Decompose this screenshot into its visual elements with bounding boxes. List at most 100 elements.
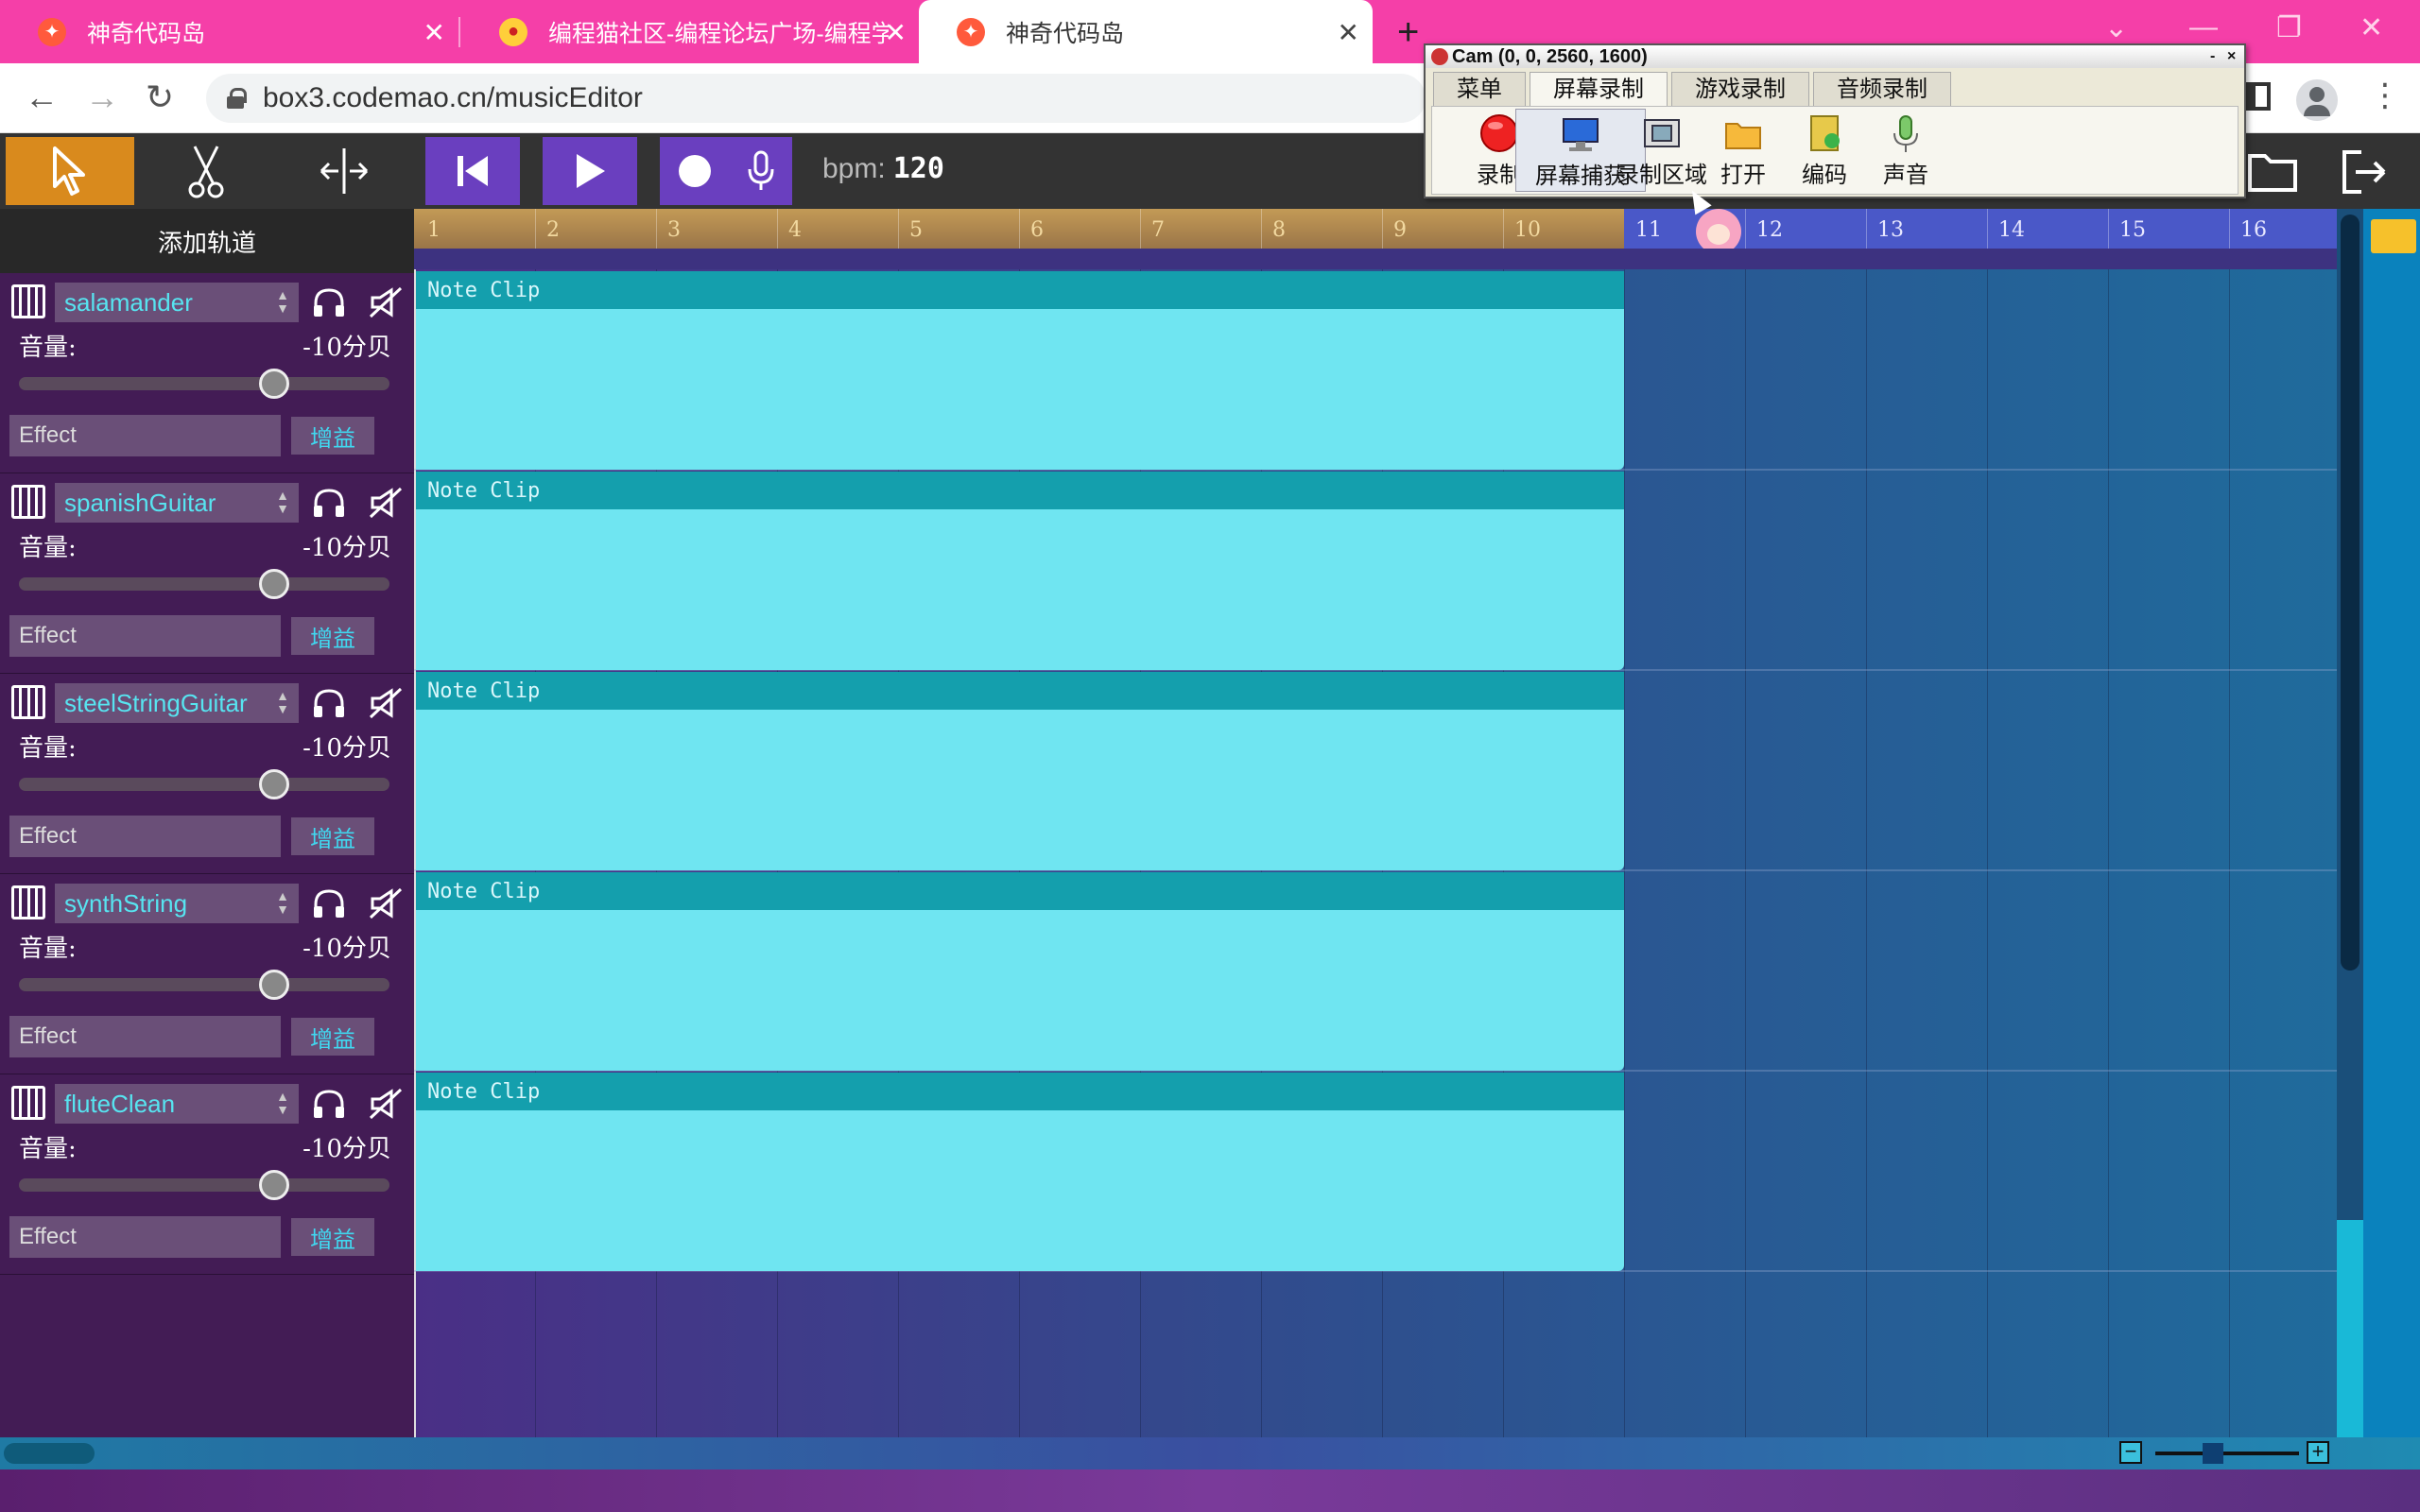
piano-icon[interactable] [11, 885, 45, 919]
instrument-select[interactable]: synthString ▲ ▼ [55, 884, 299, 923]
ocam-close-icon[interactable]: × [2227, 45, 2236, 68]
ocam-tab-game-record[interactable]: 游戏录制 [1671, 72, 1809, 106]
instrument-select[interactable]: spanishGuitar ▲ ▼ [55, 483, 299, 523]
add-track-button[interactable]: 添加轨道 [0, 209, 414, 273]
volume-slider-handle[interactable] [259, 1170, 290, 1200]
reload-icon[interactable]: ↻ [146, 77, 174, 117]
piano-icon[interactable] [11, 284, 45, 318]
instrument-select[interactable]: steelStringGuitar ▲ ▼ [55, 683, 299, 723]
effect-field[interactable]: Effect [9, 816, 281, 857]
headphones-icon[interactable] [312, 687, 346, 719]
zoom-slider-handle[interactable] [2203, 1443, 2223, 1464]
exit-button[interactable] [2339, 148, 2390, 200]
piano-icon[interactable] [11, 685, 45, 719]
effect-field[interactable]: Effect [9, 415, 281, 456]
gain-button[interactable]: 增益 [291, 1218, 374, 1256]
bar-gridline [1745, 269, 1746, 1437]
ocam-tab-audio-record[interactable]: 音频录制 [1813, 72, 1951, 106]
instrument-select[interactable]: fluteClean ▲ ▼ [55, 1084, 299, 1124]
effect-field[interactable]: Effect [9, 615, 281, 657]
volume-slider-track[interactable] [19, 577, 389, 591]
skip-to-start-button[interactable] [425, 137, 520, 205]
piano-icon[interactable] [11, 485, 45, 519]
browser-tab-2[interactable]: ● 编程猫社区-编程论坛广场-编程学 ✕ [461, 0, 920, 63]
folder-icon[interactable] [2371, 219, 2416, 253]
ocam-tab-menu[interactable]: 菜单 [1433, 72, 1526, 106]
note-clip[interactable]: Note Clip [416, 672, 1624, 870]
record-button[interactable] [660, 137, 792, 205]
volume-slider-handle[interactable] [259, 769, 290, 799]
effect-field[interactable]: Effect [9, 1016, 281, 1057]
zoom-in-button[interactable]: + [2307, 1441, 2329, 1464]
gain-button[interactable]: 增益 [291, 417, 374, 455]
close-tab-icon[interactable]: ✕ [1338, 17, 1359, 48]
ruler-number: 11 [1635, 218, 1662, 242]
mute-icon[interactable] [369, 286, 403, 318]
effect-field[interactable]: Effect [9, 1216, 281, 1258]
ocam-titlebar[interactable]: Cam (0, 0, 2560, 1600) - × [1426, 45, 2244, 68]
volume-slider-handle[interactable] [259, 369, 290, 399]
more-menu-icon[interactable]: ⋮ [2369, 77, 2401, 114]
close-window-icon[interactable]: ✕ [2360, 11, 2383, 44]
note-clip[interactable]: Note Clip [416, 271, 1624, 470]
zoom-slider-track[interactable] [2155, 1452, 2299, 1455]
piano-icon[interactable] [11, 1086, 45, 1120]
mute-icon[interactable] [369, 487, 403, 519]
volume-slider-track[interactable] [19, 377, 389, 390]
horizontal-scroll-thumb[interactable] [4, 1443, 95, 1464]
url-field[interactable]: box3.codemao.cn/musicEditor [206, 74, 1426, 123]
close-tab-icon[interactable]: ✕ [885, 17, 907, 48]
ocam-sound-button[interactable]: 声音 [1841, 109, 1971, 192]
gain-button[interactable]: 增益 [291, 1018, 374, 1056]
split-tool-button[interactable] [280, 137, 408, 205]
clip-header[interactable]: Note Clip [416, 1073, 1624, 1110]
instrument-select[interactable]: salamander ▲ ▼ [55, 283, 299, 322]
mute-icon[interactable] [369, 687, 403, 719]
cut-tool-button[interactable] [142, 137, 270, 205]
loop-region-bar[interactable] [414, 249, 2337, 269]
forward-icon[interactable]: → [85, 77, 119, 117]
timeline-area[interactable]: 1 2 3 4 5 6 7 8 9 10 11 12 13 14 15 16 N… [414, 209, 2337, 1437]
headphones-icon[interactable] [312, 487, 346, 519]
clip-header[interactable]: Note Clip [416, 872, 1624, 910]
volume-slider-track[interactable] [19, 778, 389, 791]
ocam-minimize-icon[interactable]: - [2210, 45, 2215, 68]
zoom-out-button[interactable]: − [2119, 1441, 2142, 1464]
bpm-display[interactable]: bpm: 120 [822, 152, 944, 185]
gain-button[interactable]: 增益 [291, 817, 374, 855]
mute-icon[interactable] [369, 887, 403, 919]
clip-header[interactable]: Note Clip [416, 271, 1624, 309]
restore-icon[interactable]: ❐ [2276, 11, 2302, 44]
select-tool-button[interactable] [6, 137, 134, 205]
note-clip[interactable]: Note Clip [416, 472, 1624, 670]
gain-button[interactable]: 增益 [291, 617, 374, 655]
ocam-tab-screen-record[interactable]: 屏幕录制 [1530, 72, 1668, 106]
extensions-icon[interactable] [2246, 82, 2271, 111]
clip-header[interactable]: Note Clip [416, 672, 1624, 710]
tab-search-icon[interactable]: ⌄ [2104, 11, 2128, 44]
headphones-icon[interactable] [312, 1088, 346, 1120]
minimize-icon[interactable]: — [2189, 11, 2218, 43]
volume-slider-handle[interactable] [259, 569, 290, 599]
volume-slider-track[interactable] [19, 1178, 389, 1192]
play-button[interactable] [543, 137, 637, 205]
headphones-icon[interactable] [312, 286, 346, 318]
mute-icon[interactable] [369, 1088, 403, 1120]
playhead-mascot-icon[interactable] [1696, 209, 1741, 254]
note-clip[interactable]: Note Clip [416, 1073, 1624, 1271]
vertical-scroll-thumb[interactable] [2341, 215, 2360, 971]
profile-avatar-icon[interactable] [2296, 79, 2338, 121]
clip-header[interactable]: Note Clip [416, 472, 1624, 509]
timeline-ruler[interactable]: 1 2 3 4 5 6 7 8 9 10 11 12 13 14 15 16 [414, 209, 2337, 254]
open-folder-button[interactable] [2246, 148, 2299, 198]
volume-slider-handle[interactable] [259, 970, 290, 1000]
headphones-icon[interactable] [312, 887, 346, 919]
horizontal-scroll-bar[interactable]: − + [0, 1437, 2420, 1469]
note-clip[interactable]: Note Clip [416, 872, 1624, 1071]
volume-slider-track[interactable] [19, 978, 389, 991]
browser-tab-3[interactable]: ✦ 神奇代码岛 ✕ [919, 0, 1373, 63]
back-icon[interactable]: ← [25, 77, 59, 117]
new-tab-button[interactable]: + [1397, 11, 1419, 54]
close-tab-icon[interactable]: ✕ [424, 17, 445, 48]
browser-tab-1[interactable]: ✦ 神奇代码岛 ✕ [0, 0, 460, 63]
